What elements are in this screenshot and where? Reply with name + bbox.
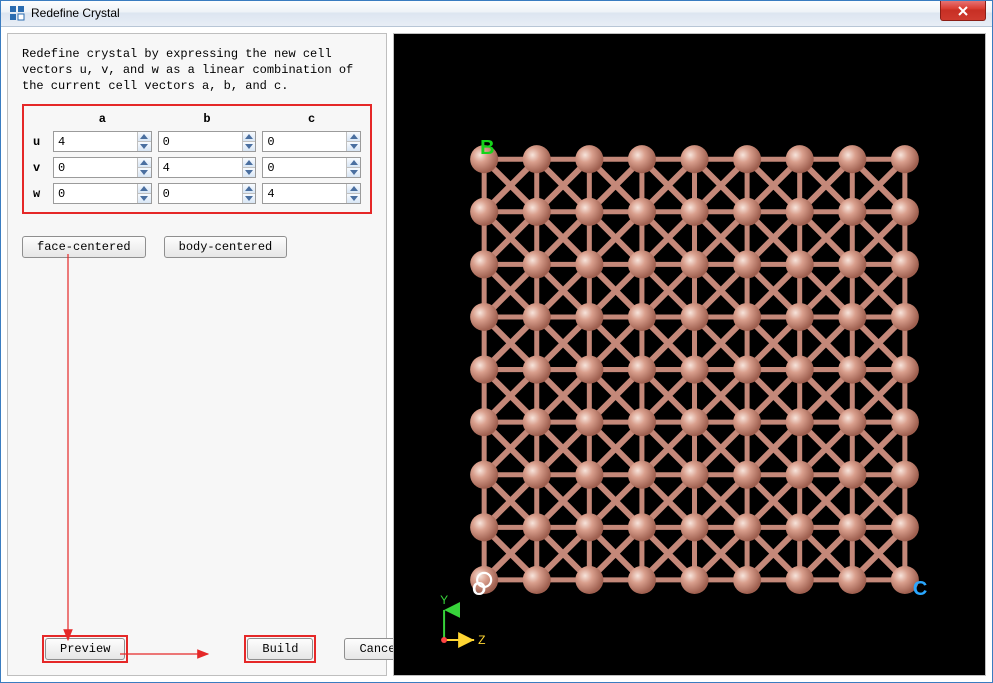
spinner-v-a[interactable] xyxy=(53,157,152,178)
bottom-buttons-row: Preview Build Cancel xyxy=(42,635,418,663)
matrix-highlight-box: a b c u v xyxy=(22,104,372,214)
row-header-v: v xyxy=(32,156,48,179)
close-icon xyxy=(957,6,969,16)
step-down-icon[interactable] xyxy=(138,193,151,203)
spinner-w-a[interactable] xyxy=(53,183,152,204)
axis-label-b: B xyxy=(480,137,494,159)
step-up-icon[interactable] xyxy=(347,184,360,193)
spinner-v-c[interactable] xyxy=(262,157,361,178)
triad-label-z: Z xyxy=(478,633,485,647)
step-up-icon[interactable] xyxy=(243,132,256,141)
triad-label-y: Y xyxy=(440,593,448,607)
crystal-viewport[interactable]: B C O Y Z xyxy=(394,34,985,675)
close-button[interactable] xyxy=(940,1,986,21)
step-up-icon[interactable] xyxy=(138,132,151,141)
window-controls xyxy=(940,1,992,21)
step-up-icon[interactable] xyxy=(138,184,151,193)
step-down-icon[interactable] xyxy=(243,193,256,203)
step-up-icon[interactable] xyxy=(243,158,256,167)
preview-highlight-box: Preview xyxy=(42,635,128,663)
spinner-u-a[interactable] xyxy=(53,131,152,152)
axis-label-c: C xyxy=(913,578,927,600)
build-button[interactable]: Build xyxy=(247,638,313,660)
step-up-icon[interactable] xyxy=(347,132,360,141)
col-header-a: a xyxy=(52,111,153,127)
spinner-w-b[interactable] xyxy=(158,183,257,204)
matrix-table: a b c u v xyxy=(28,108,366,208)
preset-buttons-row: face-centered body-centered xyxy=(22,236,372,258)
spinner-u-c[interactable] xyxy=(262,131,361,152)
dialog-body: Redefine crystal by expressing the new c… xyxy=(1,27,992,682)
row-header-u: u xyxy=(32,130,48,153)
lattice-group xyxy=(470,145,919,594)
titlebar: Redefine Crystal xyxy=(1,1,992,27)
preview-button[interactable]: Preview xyxy=(45,638,125,660)
input-u-c[interactable] xyxy=(263,132,346,151)
step-down-icon[interactable] xyxy=(347,141,360,151)
step-down-icon[interactable] xyxy=(243,141,256,151)
window-title: Redefine Crystal xyxy=(31,6,120,20)
step-down-icon[interactable] xyxy=(138,167,151,177)
col-header-c: c xyxy=(261,111,362,127)
row-header-w: w xyxy=(32,182,48,205)
input-v-b[interactable] xyxy=(159,158,242,177)
input-w-b[interactable] xyxy=(159,184,242,203)
dialog-window: Redefine Crystal Redefine crystal by exp… xyxy=(0,0,993,683)
build-highlight-box: Build xyxy=(244,635,316,663)
input-u-b[interactable] xyxy=(159,132,242,151)
col-header-b: b xyxy=(157,111,258,127)
face-centered-button[interactable]: face-centered xyxy=(22,236,146,258)
input-w-a[interactable] xyxy=(54,184,137,203)
step-down-icon[interactable] xyxy=(138,141,151,151)
step-up-icon[interactable] xyxy=(243,184,256,193)
spinner-u-b[interactable] xyxy=(158,131,257,152)
spinner-w-c[interactable] xyxy=(262,183,361,204)
body-centered-button[interactable]: body-centered xyxy=(164,236,288,258)
left-panel: Redefine crystal by expressing the new c… xyxy=(7,33,387,676)
viewport-panel[interactable]: B C O Y Z xyxy=(393,33,986,676)
step-down-icon[interactable] xyxy=(347,167,360,177)
step-up-icon[interactable] xyxy=(138,158,151,167)
description-text: Redefine crystal by expressing the new c… xyxy=(22,46,372,95)
input-u-a[interactable] xyxy=(54,132,137,151)
app-icon xyxy=(9,5,25,21)
input-v-a[interactable] xyxy=(54,158,137,177)
step-down-icon[interactable] xyxy=(347,193,360,203)
step-down-icon[interactable] xyxy=(243,167,256,177)
axis-label-o: O xyxy=(472,579,486,599)
step-up-icon[interactable] xyxy=(347,158,360,167)
axis-triad: Y Z xyxy=(440,593,485,647)
input-w-c[interactable] xyxy=(263,184,346,203)
spinner-v-b[interactable] xyxy=(158,157,257,178)
input-v-c[interactable] xyxy=(263,158,346,177)
